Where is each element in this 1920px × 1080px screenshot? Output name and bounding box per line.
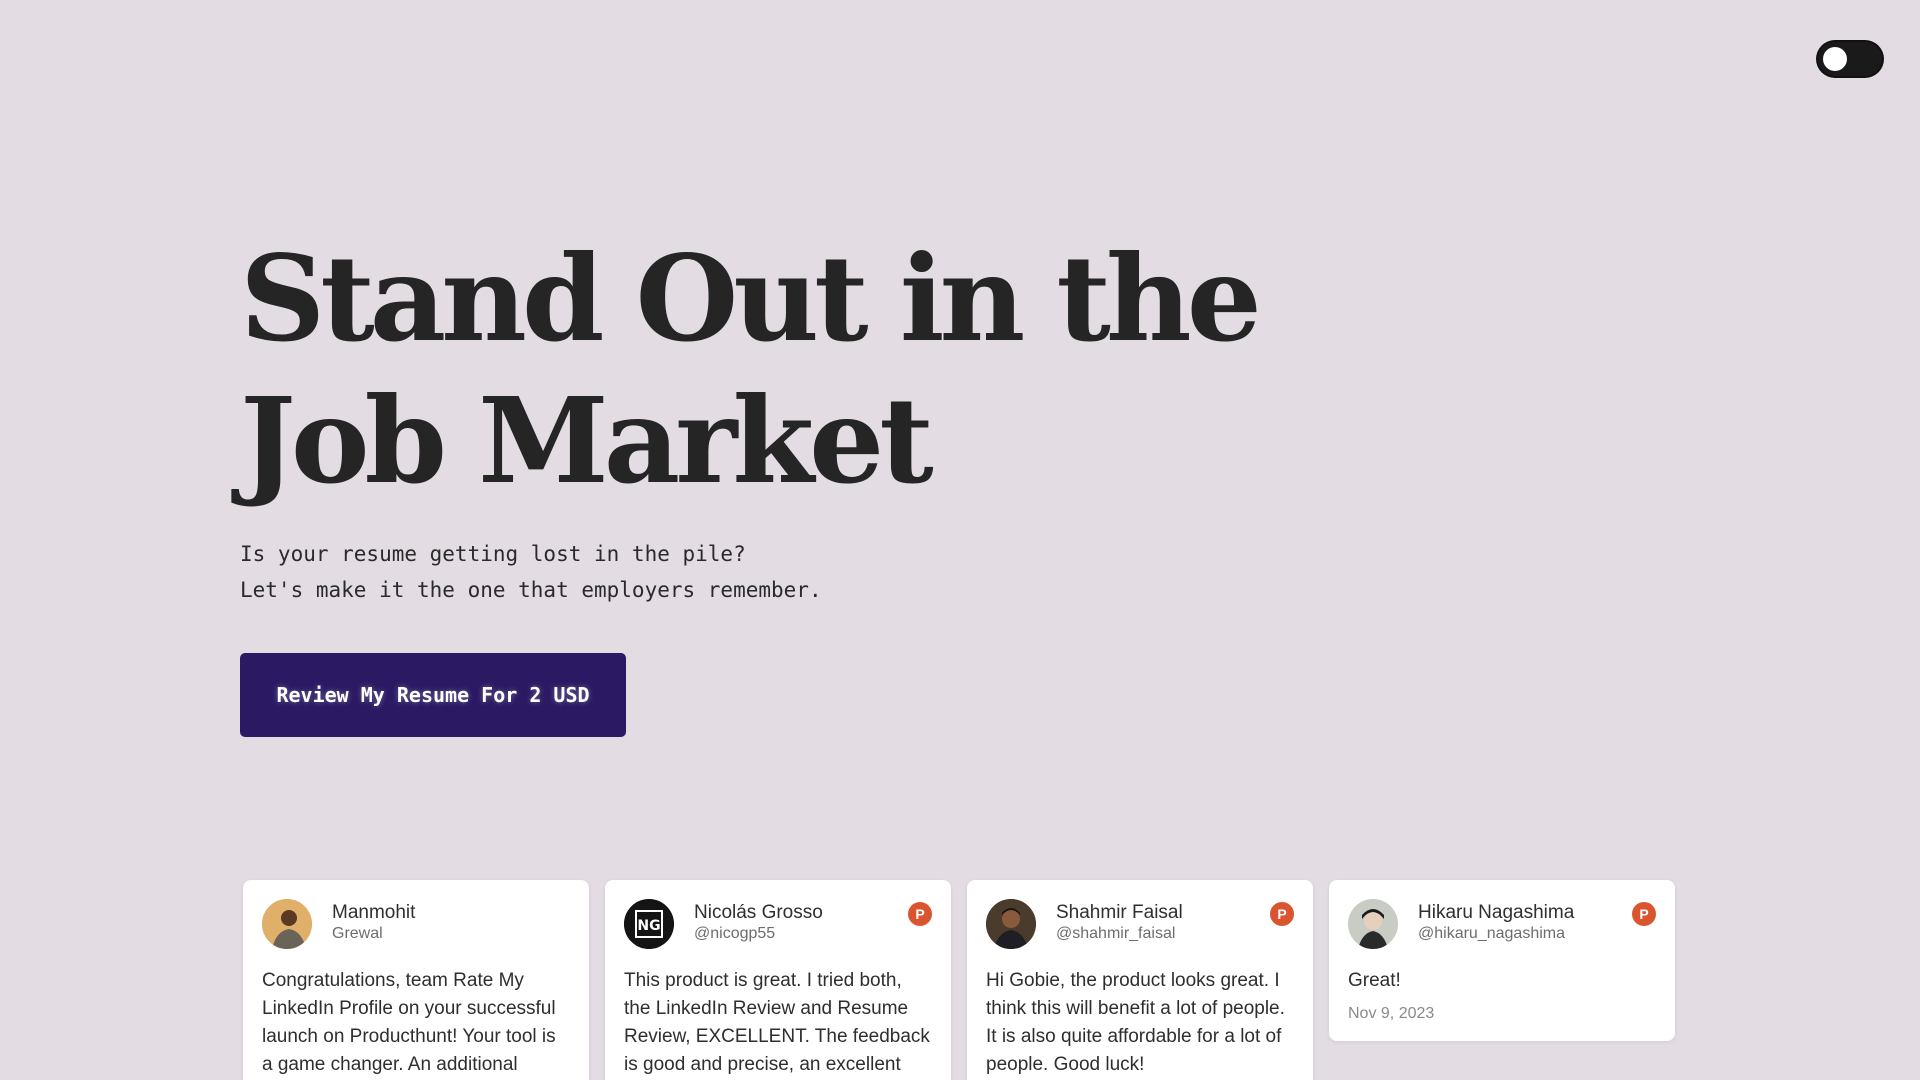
subtitle-line-2: Let's make it the one that employers rem… [240,578,822,602]
testimonial-text: Congratulations, team Rate My LinkedIn P… [262,970,556,1075]
hero-subtitle: Is your resume getting lost in the pile?… [240,536,822,608]
author-info: Hikaru Nagashima @hikaru_nagashima [1418,899,1574,944]
author-info: Manmohit Grewal [332,899,415,944]
card-header: Hikaru Nagashima @hikaru_nagashima P [1348,899,1656,949]
author-name: Manmohit [332,902,416,923]
card-header: Manmohit Grewal [262,899,570,949]
author-info: Nicolás Grosso @nicogp55 [694,899,823,944]
testimonial-card[interactable]: NG Nicolás Grosso @nicogp55 P This produ… [605,880,951,1080]
producthunt-icon[interactable]: P [908,902,932,926]
toggle-knob [1823,47,1847,71]
testimonial-text: Hi Gobie, the product looks great. I thi… [986,970,1285,1075]
author-handle: @shahmir_faisal [1056,925,1176,942]
card-header: Shahmir Faisal @shahmir_faisal P [986,899,1294,949]
avatar [1348,899,1398,949]
author-name: Shahmir Faisal [1056,902,1183,923]
producthunt-icon[interactable]: P [1270,902,1294,926]
subtitle-line-1: Is your resume getting lost in the pile? [240,542,746,566]
testimonial-text: This product is great. I tried both, the… [624,970,930,1075]
author-handle: @hikaru_nagashima [1418,925,1565,942]
author-name: Nicolás Grosso [694,902,823,923]
avatar [262,899,312,949]
review-resume-button[interactable]: Review My Resume For 2 USD [240,653,626,737]
card-header: NG Nicolás Grosso @nicogp55 P [624,899,932,949]
avatar [986,899,1036,949]
testimonials-row: Manmohit Grewal Congratulations, team Ra… [243,880,1677,1080]
avatar-initials: NG [637,918,660,934]
testimonial-date: Nov 9, 2023 [1348,1005,1435,1022]
author-handle: @nicogp55 [694,925,776,942]
producthunt-icon[interactable]: P [1632,902,1656,926]
author-name: Hikaru Nagashima [1418,902,1575,923]
theme-toggle[interactable] [1818,42,1882,76]
testimonial-card[interactable]: Shahmir Faisal @shahmir_faisal P Hi Gobi… [967,880,1313,1080]
testimonial-text: Great! [1348,970,1401,991]
avatar: NG [624,899,674,949]
author-handle: Grewal [332,925,383,942]
author-info: Shahmir Faisal @shahmir_faisal [1056,899,1183,944]
testimonial-card[interactable]: Manmohit Grewal Congratulations, team Ra… [243,880,589,1080]
hero-title: Stand Out in the Job Market [240,229,1262,510]
testimonial-card[interactable]: Hikaru Nagashima @hikaru_nagashima P Gre… [1329,880,1675,1041]
